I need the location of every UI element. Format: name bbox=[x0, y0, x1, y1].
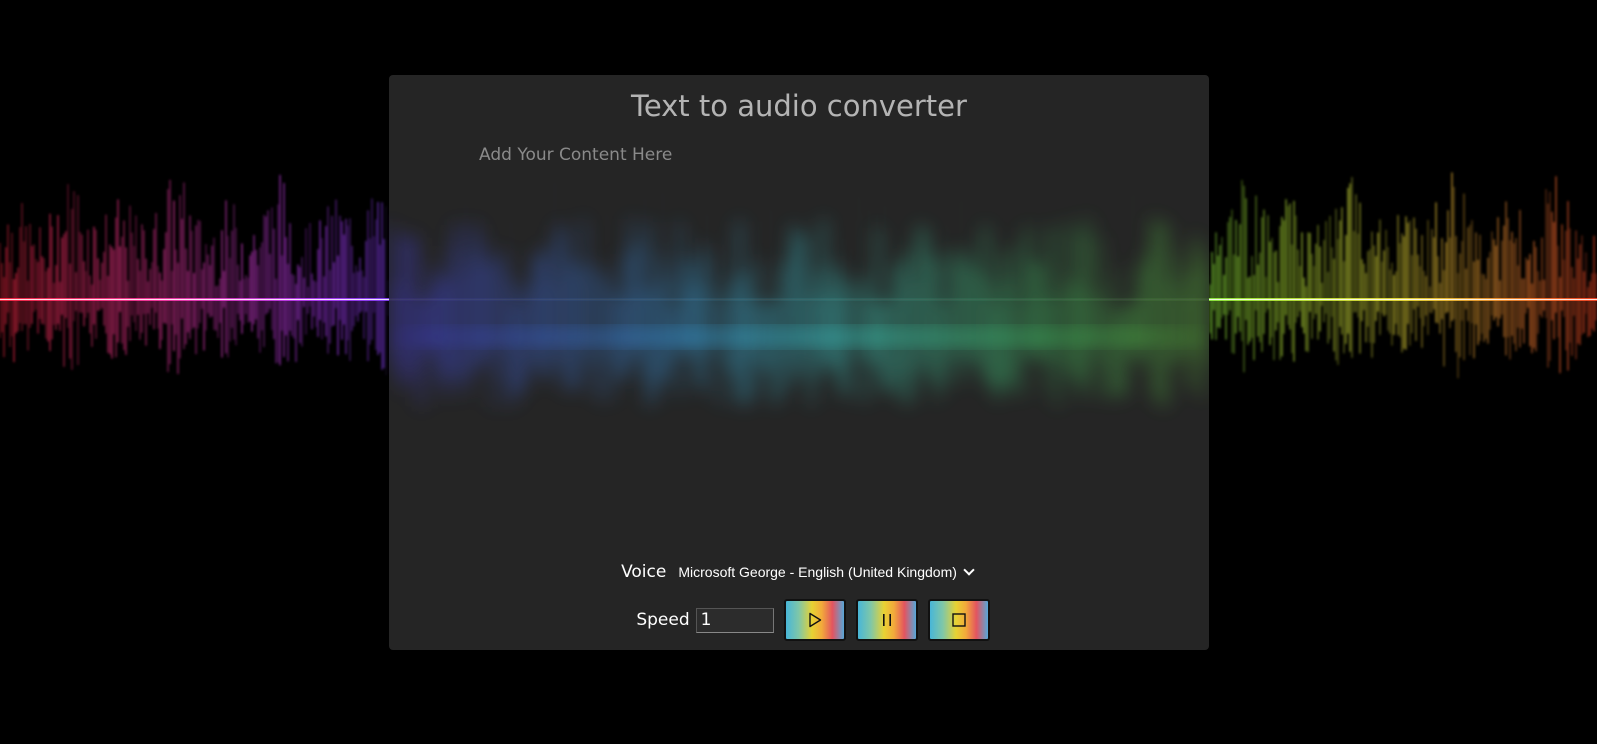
page-title: Text to audio converter bbox=[631, 89, 967, 123]
voice-row: Voice Microsoft George - English (United… bbox=[389, 562, 1209, 582]
voice-select[interactable]: Microsoft George - English (United Kingd… bbox=[674, 562, 977, 582]
speed-row: Speed bbox=[389, 599, 1209, 641]
converter-panel: Text to audio converter Voice Microsoft … bbox=[389, 75, 1209, 650]
stop-icon bbox=[951, 613, 966, 627]
app-stage: Text to audio converter Voice Microsoft … bbox=[0, 0, 1597, 744]
content-textarea[interactable] bbox=[479, 145, 1119, 545]
voice-selected-value: Microsoft George - English (United Kingd… bbox=[678, 564, 957, 580]
speed-input[interactable] bbox=[695, 607, 774, 633]
pause-button[interactable] bbox=[855, 599, 918, 641]
chevron-down-icon bbox=[963, 564, 975, 576]
play-icon bbox=[808, 612, 821, 628]
stop-button[interactable] bbox=[927, 599, 990, 641]
speed-label: Speed bbox=[636, 610, 690, 630]
voice-label: Voice bbox=[621, 562, 667, 582]
play-button[interactable] bbox=[783, 599, 846, 641]
pause-icon bbox=[882, 614, 891, 626]
